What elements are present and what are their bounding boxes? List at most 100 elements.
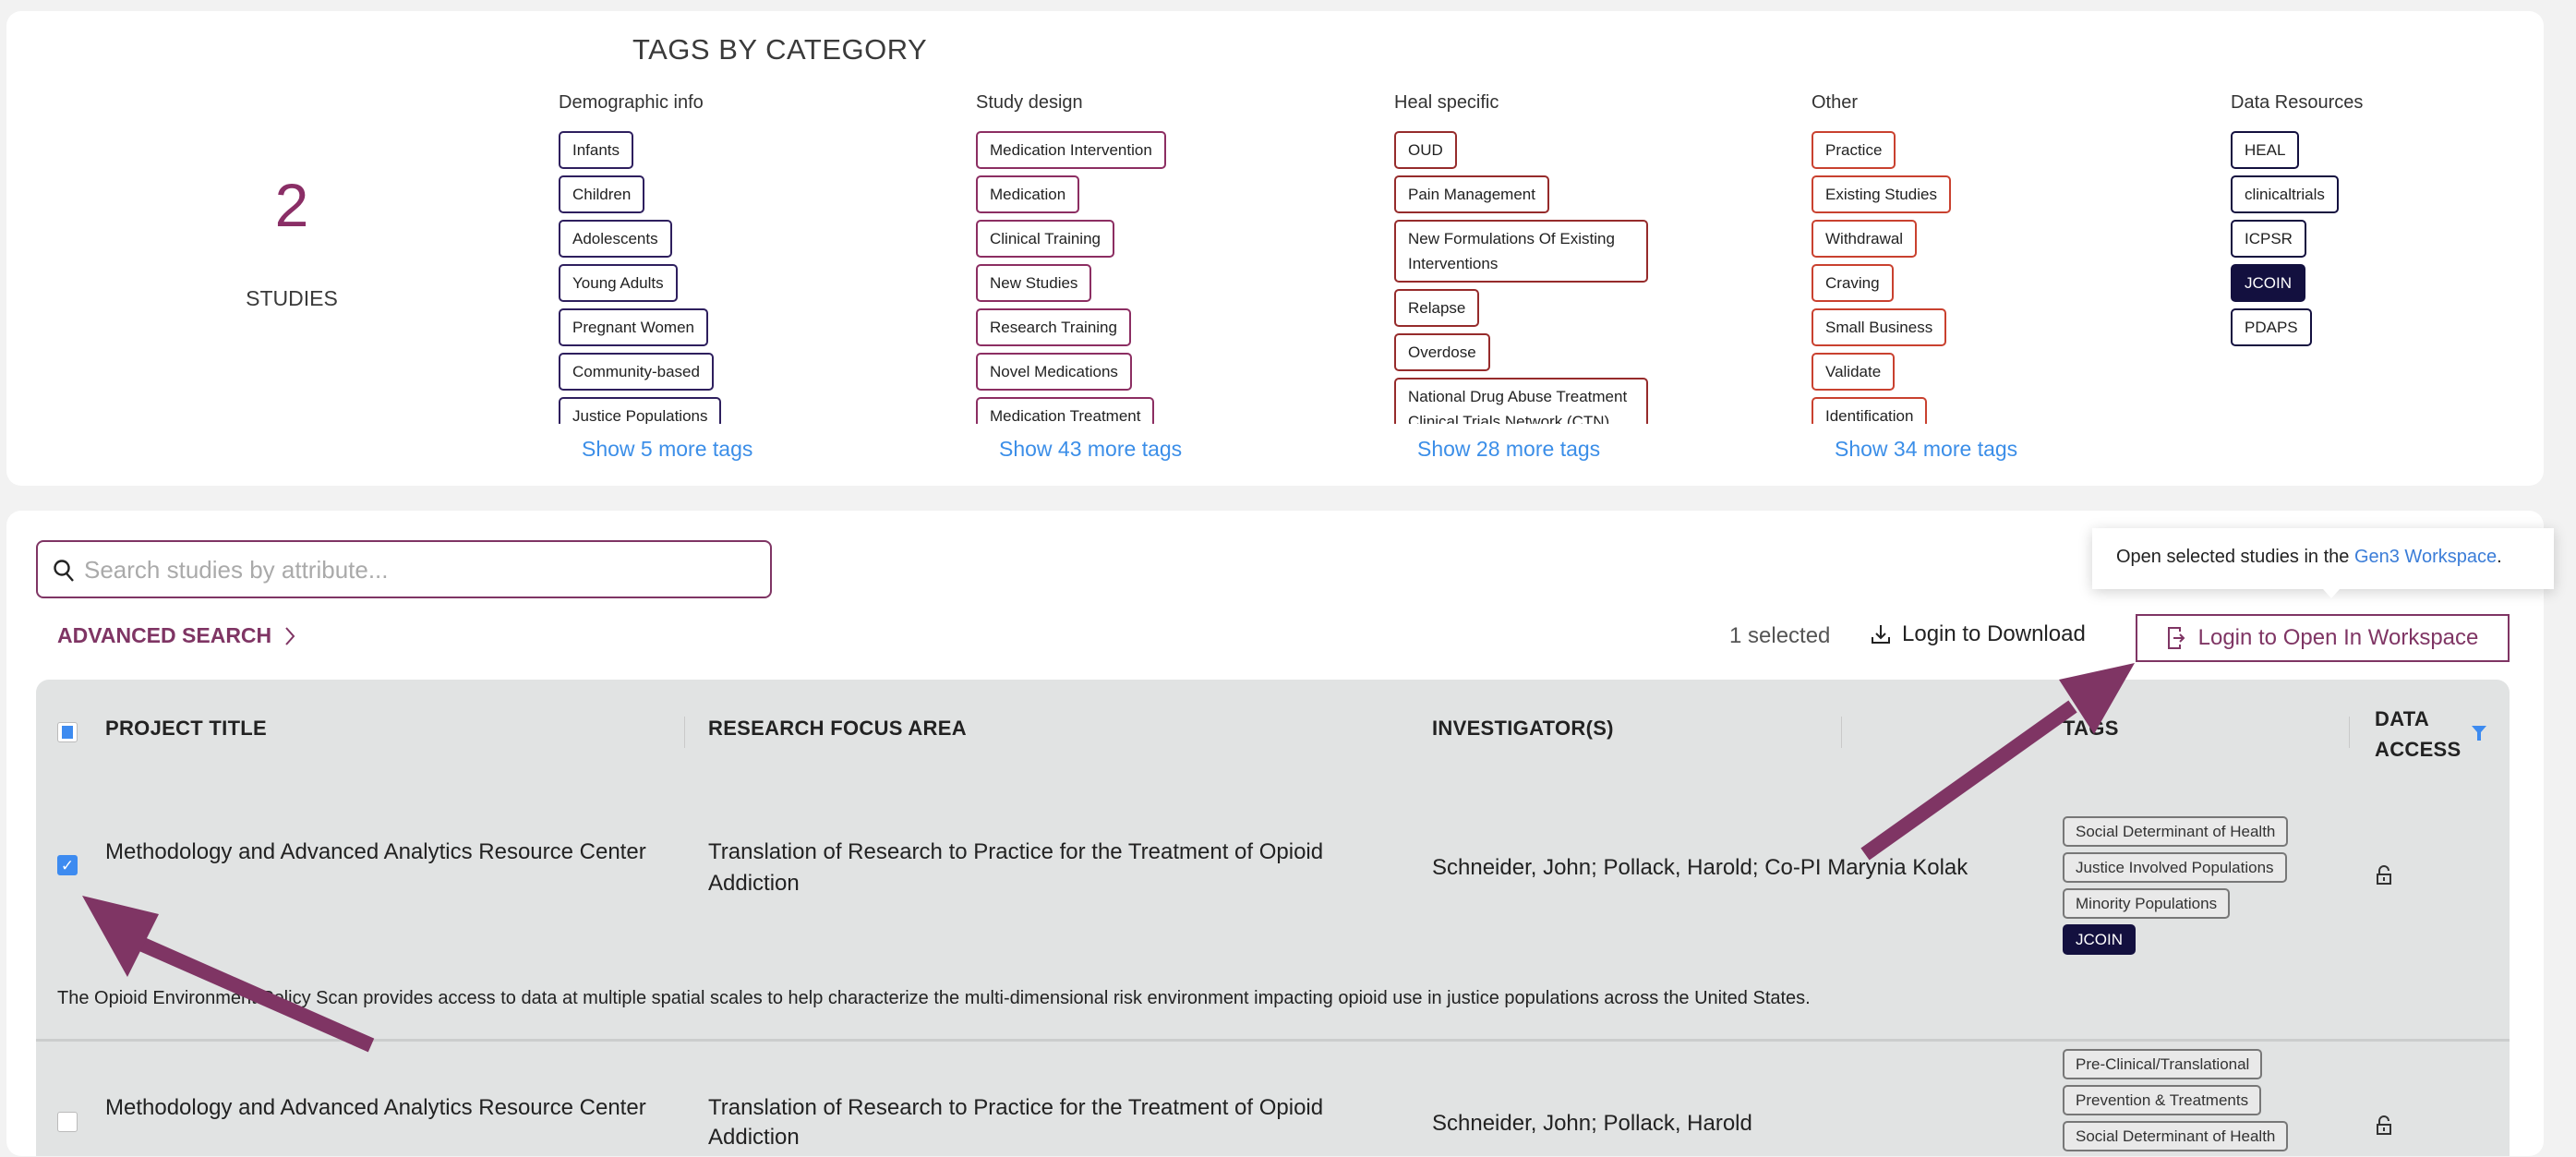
tag-chip[interactable]: Overdose [1394,333,1490,371]
tags-by-category-title: TAGS BY CATEGORY [632,33,928,66]
tag-chip[interactable]: Medication Intervention [976,131,1166,169]
tag-list: HEAL clinicaltrials ICPSR JCOIN PDAPS [2231,131,2576,424]
show-more-tags-link[interactable]: Show 28 more tags [1417,437,1782,462]
tag-chip[interactable]: Medication Treatment [976,397,1155,424]
advanced-search-link[interactable]: ADVANCED SEARCH [57,623,295,648]
tag-category-2: Heal specific OUD Pain Management New Formu… [1394,92,1782,462]
study-count: 2 [274,171,309,239]
column-header-research-focus[interactable]: RESEARCH FOCUS AREA [708,717,967,741]
table-row[interactable]: Methodology and Advanced Analytics Resou… [36,1042,2510,1156]
column-header-investigators[interactable]: INVESTIGATOR(S) [1432,717,1614,741]
tag-chip[interactable]: National Drug Abuse Treatment Clinical T… [1394,378,1648,424]
open-workspace-icon [2167,627,2185,649]
tag-chip[interactable]: Young Adults [559,264,678,302]
select-all-checkbox[interactable] [57,722,78,742]
column-divider [2349,717,2350,748]
tag-chip[interactable]: Existing Studies [1812,175,1951,213]
row-tag-chip[interactable]: Prevention & Treatments [2063,1085,2262,1115]
show-more-tags-link[interactable]: Show 5 more tags [582,437,946,462]
research-focus-area: Translation of Research to Practice for … [708,1095,1324,1150]
table-row[interactable]: ✓ Methodology and Advanced Analytics Res… [36,789,2510,1042]
advanced-search-label: ADVANCED SEARCH [57,623,272,647]
tag-chip[interactable]: Community-based [559,353,714,391]
tag-chip[interactable]: OUD [1394,131,1457,169]
column-divider [1841,717,1842,748]
tag-chip[interactable]: Novel Medications [976,353,1132,391]
tag-chip[interactable]: Infants [559,131,634,169]
tooltip-text: Open selected studies in the [2116,547,2354,567]
project-title[interactable]: Methodology and Advanced Analytics Resou… [105,1093,659,1123]
row-checkbox[interactable] [57,1112,78,1132]
row-tag-chip[interactable]: Social Determinant of Health [2063,1121,2289,1151]
investigators: Schneider, John; Pollack, Harold; Co-PI … [1432,855,1968,880]
project-title[interactable]: Methodology and Advanced Analytics Resou… [105,837,659,868]
login-to-download-button[interactable]: Login to Download [1871,621,2086,647]
tag-chip[interactable]: New Studies [976,264,1092,302]
tag-chip[interactable]: HEAL [2231,131,2300,169]
tag-chip[interactable]: Adolescents [559,220,672,258]
tag-chip[interactable]: Small Business [1812,308,1947,346]
tag-chip[interactable]: New Formulations Of Existing Interventio… [1394,220,1648,283]
download-label: Login to Download [1902,621,2086,646]
row-tags: Social Determinant of Health Justice Invo… [2063,816,2289,960]
column-header-tags[interactable]: TAGS [2063,717,2119,741]
row-checkbox[interactable]: ✓ [57,855,78,875]
tag-category-1: Study design Medication Intervention Medic… [976,92,1364,462]
column-header-data-access[interactable]: DATA ACCESS [2375,704,2476,765]
tag-chip[interactable]: Pregnant Women [559,308,708,346]
tag-category-3: Other Practice Existing Studies Withdrawal C… [1812,92,2199,462]
tag-category-4: Data Resources HEAL clinicaltrials ICPSR JCO… [2231,92,2576,424]
tag-chip[interactable]: Research Training [976,308,1131,346]
login-to-open-workspace-button[interactable]: Login to Open In Workspace [2136,614,2510,662]
chevron-right-icon [285,626,295,645]
tag-category-title: Heal specific [1394,92,1499,113]
search-icon [54,560,74,582]
unlocked-icon [2377,1115,2391,1135]
row-tag-chip[interactable]: Pre-Clinical/Translational [2063,1049,2263,1079]
tag-chip[interactable]: clinicaltrials [2231,175,2339,213]
tag-chip[interactable]: Craving [1812,264,1894,302]
row-tag-chip[interactable]: Justice Involved Populations [2063,852,2287,883]
gen3-workspace-link[interactable]: Gen3 Workspace [2354,547,2497,567]
study-description: The Opioid Environment Policy Scan provi… [57,988,1811,1008]
tag-category-title: Data Resources [2231,92,2364,113]
search-input[interactable] [84,551,749,588]
tag-chip[interactable]: Validate [1812,353,1896,391]
show-more-tags-link[interactable]: Show 34 more tags [1835,437,2199,462]
tag-chip[interactable]: Pain Management [1394,175,1549,213]
tag-list: Practice Existing Studies Withdrawal Cravin… [1812,131,2199,424]
tag-chip[interactable]: Identification [1812,397,1928,424]
tag-chip[interactable]: ICPSR [2231,220,2306,258]
tag-chip[interactable]: Relapse [1394,289,1480,327]
column-header-project-title[interactable]: PROJECT TITLE [105,717,267,741]
tag-chip[interactable]: Medication [976,175,1080,213]
investigators: Schneider, John; Pollack, Harold [1432,1111,1752,1136]
tag-chip[interactable]: PDAPS [2231,308,2312,346]
tag-category-0: Demographic info Infants Children Adolescen… [559,92,946,462]
filter-icon[interactable] [2472,726,2486,742]
studies-table: PROJECT TITLE RESEARCH FOCUS AREA INVEST… [36,680,2510,1156]
tag-chip[interactable]: Justice Populations [559,397,722,424]
selected-count: 1 selected [1729,623,1831,648]
tag-chip[interactable]: Practice [1812,131,1896,169]
tag-chip[interactable]: Withdrawal [1812,220,1918,258]
research-focus-area: Translation of Research to Practice for … [708,839,1324,896]
row-tag-chip[interactable]: Minority Populations [2063,888,2231,919]
tag-category-title: Demographic info [559,92,704,113]
tag-chip[interactable]: Clinical Training [976,220,1114,258]
tooltip-suffix: . [2497,547,2502,567]
show-more-tags-link[interactable]: Show 43 more tags [999,437,1364,462]
search-box[interactable] [36,540,772,598]
tag-list: Infants Children Adolescents Young Adults Pr… [559,131,946,424]
row-tags: Pre-Clinical/Translational Prevention & T… [2063,1049,2289,1157]
row-tag-chip[interactable]: JCOIN [2063,924,2136,955]
tag-list: Medication Intervention Medication Clinica… [976,131,1364,424]
tag-category-title: Other [1812,92,1859,113]
download-icon [1872,625,1890,644]
tag-chip[interactable]: Children [559,175,645,213]
unlocked-icon [2377,865,2391,885]
tag-chip[interactable]: JCOIN [2231,264,2305,302]
tag-category-title: Study design [976,92,1083,113]
row-tag-chip[interactable]: Social Determinant of Health [2063,816,2289,847]
workspace-label: Login to Open In Workspace [2197,625,2479,650]
